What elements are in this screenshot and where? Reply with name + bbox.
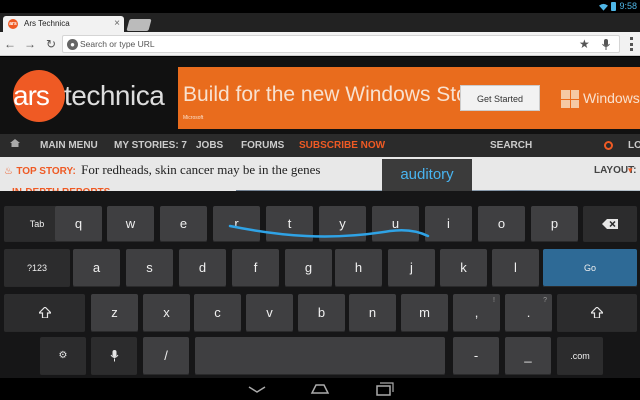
key-c[interactable]: c	[194, 294, 241, 332]
browser-toolbar: ← → ↻ ● Search or type URL ★	[0, 32, 640, 56]
key-x[interactable]: x	[143, 294, 190, 332]
soft-keyboard: Tab q w e r t y u i o p ?123 a s d f g h…	[0, 191, 640, 378]
ad-banner[interactable]: Build for the new Windows Store. Microso…	[178, 67, 640, 129]
tab-close-icon[interactable]: ×	[114, 17, 120, 31]
key-underscore[interactable]: _	[505, 337, 551, 375]
status-time: 9:58	[619, 1, 637, 11]
key-z[interactable]: z	[91, 294, 138, 332]
key-slash[interactable]: /	[143, 337, 189, 375]
tab-title: Ars Technica	[24, 19, 70, 28]
key-symbols[interactable]: ?123	[4, 249, 70, 287]
keyboard-suggestion[interactable]: auditory	[382, 159, 472, 191]
omnibox-input[interactable]: Search or type URL	[80, 37, 560, 52]
key-r[interactable]: r	[213, 206, 260, 242]
recents-icon[interactable]	[372, 381, 396, 397]
key-dotcom[interactable]: .com	[557, 337, 603, 375]
forward-arrow-icon[interactable]: →	[22, 34, 38, 54]
shift-icon	[591, 307, 603, 318]
nav-my-stories[interactable]: MY STORIES: 7	[114, 134, 187, 157]
key-o[interactable]: o	[478, 206, 525, 242]
wifi-icon	[599, 3, 609, 11]
key-u[interactable]: u	[372, 206, 419, 242]
site-nav: MAIN MENU MY STORIES: 7 JOBS FORUMS SUBS…	[0, 134, 640, 157]
settings-icon: ⚙	[58, 350, 68, 361]
tab-strip: ars Ars Technica ×	[0, 13, 640, 32]
home-icon[interactable]	[10, 139, 20, 147]
back-arrow-icon[interactable]: ←	[2, 34, 18, 54]
ad-get-started-button[interactable]: Get Started	[460, 85, 540, 111]
key-hint-exclamation: !	[493, 297, 495, 304]
search-icon[interactable]	[604, 141, 613, 150]
key-y[interactable]: y	[319, 206, 366, 242]
key-shift-right[interactable]	[557, 294, 637, 332]
key-v[interactable]: v	[246, 294, 293, 332]
key-l[interactable]: l	[492, 249, 539, 287]
top-story[interactable]: ♨ TOP STORY: For redheads, skin cancer m…	[4, 162, 320, 178]
new-tab-button[interactable]	[126, 19, 152, 31]
key-f[interactable]: f	[232, 249, 279, 287]
status-bar: 9:58	[0, 0, 640, 13]
key-voice[interactable]	[91, 337, 137, 375]
backspace-icon	[602, 219, 618, 229]
chevron-down-icon[interactable]: ▾	[628, 165, 633, 176]
key-comma[interactable]: ! ,	[453, 294, 500, 332]
reload-icon[interactable]: ↻	[43, 34, 59, 54]
nav-subscribe[interactable]: SUBSCRIBE NOW	[299, 134, 385, 157]
key-p[interactable]: p	[531, 206, 578, 242]
omnibox[interactable]: ● Search or type URL ★	[62, 35, 620, 53]
back-icon[interactable]	[245, 381, 269, 397]
site-header: ars technica Build for the new Windows S…	[0, 57, 640, 134]
key-settings[interactable]: ⚙	[40, 337, 86, 375]
top-story-headline[interactable]: For redheads, skin cancer may be in the …	[81, 162, 320, 177]
key-a[interactable]: a	[73, 249, 120, 287]
key-d[interactable]: d	[179, 249, 226, 287]
ad-headline: Build for the new Windows Store.	[183, 83, 493, 106]
key-k[interactable]: k	[440, 249, 487, 287]
key-i[interactable]: i	[425, 206, 472, 242]
ad-trailing-text: Windows 8	[583, 90, 640, 106]
key-period[interactable]: ? .	[505, 294, 552, 332]
home-icon[interactable]	[308, 381, 332, 397]
nav-main-menu[interactable]: MAIN MENU	[40, 134, 98, 157]
shift-icon	[39, 307, 51, 318]
logo-technica[interactable]: technica	[64, 78, 165, 114]
key-t[interactable]: t	[266, 206, 313, 242]
system-nav-bar	[0, 378, 640, 400]
nav-login[interactable]: LO	[628, 134, 640, 157]
key-hyphen[interactable]: -	[453, 337, 499, 375]
key-e[interactable]: e	[160, 206, 207, 242]
key-q[interactable]: q	[55, 206, 102, 242]
nav-search[interactable]: SEARCH	[490, 134, 532, 157]
mic-icon	[110, 350, 119, 362]
key-shift-left[interactable]	[4, 294, 85, 332]
search-icon: ●	[67, 39, 78, 50]
key-w[interactable]: w	[107, 206, 154, 242]
nav-jobs[interactable]: JOBS	[196, 134, 223, 157]
ad-sponsor: Microsoft	[183, 115, 204, 121]
key-h[interactable]: h	[335, 249, 382, 287]
key-backspace[interactable]	[583, 206, 637, 242]
ars-favicon: ars	[8, 19, 18, 29]
key-g[interactable]: g	[285, 249, 332, 287]
key-m[interactable]: m	[401, 294, 448, 332]
key-s[interactable]: s	[126, 249, 173, 287]
browser-tab[interactable]: ars Ars Technica ×	[3, 16, 124, 32]
mic-icon[interactable]	[601, 39, 611, 50]
suggestion-text[interactable]: auditory	[382, 159, 472, 191]
webpage: ars technica Build for the new Windows S…	[0, 57, 640, 205]
star-icon[interactable]: ★	[579, 36, 590, 52]
key-go[interactable]: Go	[543, 249, 637, 287]
top-story-label: TOP STORY:	[16, 166, 76, 177]
flame-icon: ♨	[4, 166, 13, 177]
key-j[interactable]: j	[388, 249, 435, 287]
battery-icon	[611, 2, 617, 11]
windows-logo-icon	[561, 90, 579, 108]
logo-ars[interactable]: ars	[13, 78, 50, 114]
nav-forums[interactable]: FORUMS	[241, 134, 284, 157]
key-hint-question: ?	[543, 297, 547, 304]
key-n[interactable]: n	[349, 294, 396, 332]
space-bar[interactable]	[195, 337, 445, 375]
key-b[interactable]: b	[298, 294, 345, 332]
overflow-menu-icon[interactable]	[628, 37, 634, 51]
